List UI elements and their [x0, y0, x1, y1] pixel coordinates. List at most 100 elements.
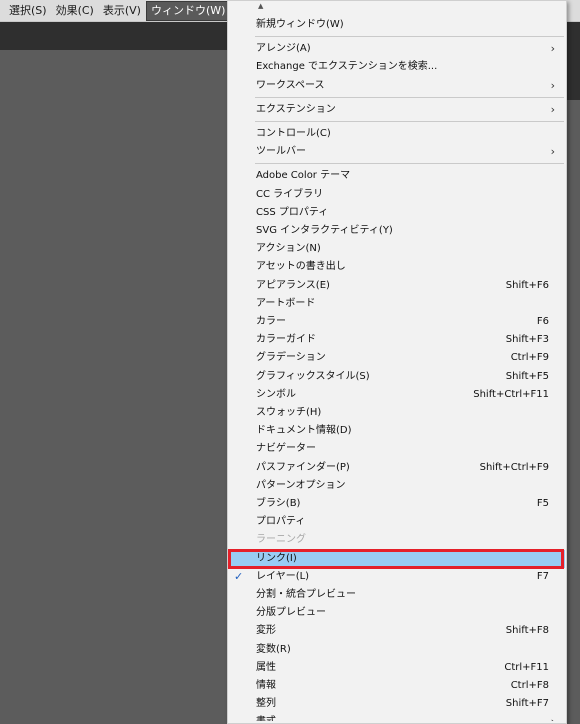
menu-item-shortcut: Shift+Ctrl+F11 — [473, 388, 549, 400]
menu-item[interactable]: 変数(R) — [229, 641, 565, 659]
menu-view[interactable]: 表示(V) — [99, 1, 145, 21]
menu-item[interactable]: 書式 › — [229, 713, 565, 721]
menu-item-shortcut: Shift+F8 — [505, 625, 549, 637]
menu-item[interactable]: アートボード — [229, 295, 565, 313]
menu-item-label: カラーガイド — [256, 334, 316, 346]
menu-item-label: Adobe Color テーマ — [256, 170, 351, 182]
menu-item[interactable]: グラフィックスタイル(S) Shift+F5 — [229, 368, 565, 386]
menu-item[interactable]: リンク(I) — [229, 549, 565, 568]
menu-item-label: プロパティ — [256, 516, 306, 528]
menu-item-label: ドキュメント情報(D) — [256, 425, 352, 437]
menu-item-label: エクステンション — [256, 103, 336, 115]
window-menu-dropdown: ▲ 新規ウィンドウ(W) アレンジ(A) › Exchange でエクステンションを検… — [227, 0, 567, 724]
menu-item[interactable]: ドキュメント情報(D) — [229, 422, 565, 440]
menu-item-label: アートボード — [256, 297, 316, 309]
menu-item[interactable]: 属性 Ctrl+F11 — [229, 659, 565, 677]
chevron-right-icon: › — [550, 42, 555, 56]
menu-item-label: パスファインダー(P) — [256, 461, 350, 473]
menu-item-label: ブラシ(B) — [256, 498, 301, 509]
menu-item-label: レイヤー(L) — [256, 570, 310, 582]
menu-item-label: アクション(N) — [256, 243, 321, 255]
menu-item[interactable]: CC ライブラリ — [229, 186, 565, 204]
menu-select[interactable]: 選択(S) — [5, 1, 51, 21]
menu-item[interactable]: パスファインダー(P) Shift+Ctrl+F9 — [229, 459, 565, 477]
menu-item-label: ラーニング — [256, 534, 306, 546]
menu-item-shortcut: Ctrl+F8 — [510, 680, 549, 691]
menu-item[interactable]: パターンオプション — [229, 477, 565, 495]
menu-item[interactable]: プロパティ — [229, 513, 565, 531]
menu-item-label: 分割・統合プレビュー — [256, 589, 356, 600]
menu-item[interactable]: SVG インタラクティビティ(Y) — [229, 222, 565, 240]
menu-item[interactable]: ✓ レイヤー(L) F7 — [229, 568, 565, 586]
menu-item[interactable]: アレンジ(A) › — [229, 40, 565, 58]
menu-item-shortcut: Shift+F5 — [505, 370, 549, 382]
menu-item-shortcut: Ctrl+F9 — [510, 352, 549, 364]
menu-item-shortcut: F6 — [536, 316, 549, 327]
menu-item-shortcut: Shift+F3 — [505, 334, 549, 346]
scroll-up-icon[interactable]: ▲ — [228, 1, 566, 12]
menu-item[interactable]: アクション(N) — [229, 240, 565, 258]
menu-item[interactable]: ブラシ(B) F5 — [229, 495, 565, 513]
menu-item[interactable]: Exchange でエクステンションを検索... — [229, 58, 565, 76]
menu-item-shortcut: Shift+F7 — [505, 698, 549, 710]
menu-item: ラーニング — [229, 531, 565, 549]
menu-item-label: 情報 — [256, 680, 276, 691]
menu-item-label: 新規ウィンドウ(W) — [256, 19, 344, 30]
menu-item[interactable]: ナビゲーター — [229, 440, 565, 458]
menu-item-label: アピアランス(E) — [256, 279, 330, 291]
menu-item[interactable]: スウォッチ(H) — [229, 404, 565, 422]
menu-item-label: Exchange でエクステンションを検索... — [256, 61, 438, 73]
menu-item-label: SVG インタラクティビティ(Y) — [256, 225, 393, 236]
menu-item-shortcut: F5 — [536, 498, 549, 509]
menu-item[interactable]: Adobe Color テーマ — [229, 167, 565, 185]
menu-item-label: アセットの書き出し — [256, 261, 346, 273]
menu-item[interactable]: グラデーション Ctrl+F9 — [229, 349, 565, 367]
menu-item-label: CSS プロパティ — [256, 206, 329, 218]
menu-item[interactable]: カラー F6 — [229, 313, 565, 331]
menu-item[interactable]: ワークスペース › — [229, 77, 565, 95]
menu-item-label: ワークスペース — [256, 79, 325, 91]
menu-item-label: 書式 — [256, 713, 276, 721]
menu-item-label: カラー — [256, 316, 286, 327]
menu-item-label: シンボル — [256, 388, 296, 400]
menu-item-label: 属性 — [256, 661, 276, 673]
menu-item-label: コントロール(C) — [256, 128, 331, 139]
menu-item[interactable]: コントロール(C) — [229, 125, 565, 143]
menu-item[interactable]: アセットの書き出し — [229, 258, 565, 276]
menu-item[interactable]: CSS プロパティ — [229, 204, 565, 222]
menu-item-shortcut: F7 — [536, 570, 549, 582]
menu-item[interactable]: エクステンション › — [229, 101, 565, 119]
menu-item-label: パターンオプション — [256, 479, 346, 491]
menu-item[interactable]: 変形 Shift+F8 — [229, 622, 565, 640]
menu-item-shortcut: Shift+F6 — [505, 279, 549, 291]
menu-separator — [255, 163, 564, 165]
menu-item[interactable]: 新規ウィンドウ(W) — [229, 16, 565, 34]
chevron-right-icon: › — [550, 78, 555, 92]
menu-item[interactable]: シンボル Shift+Ctrl+F11 — [229, 386, 565, 404]
menu-item-label: グラフィックスタイル(S) — [256, 370, 370, 382]
menu-item-label: 変形 — [256, 625, 276, 637]
menu-item-label: 整列 — [256, 698, 276, 710]
menu-item[interactable]: 分割・統合プレビュー — [229, 586, 565, 604]
menu-separator — [255, 121, 564, 122]
menu-item[interactable]: ツールバー › — [229, 143, 565, 161]
menu-item-label: スウォッチ(H) — [256, 407, 322, 418]
menu-item[interactable]: 分版プレビュー — [229, 604, 565, 622]
menu-item-label: ツールバー — [256, 146, 306, 158]
menu-item-label: 分版プレビュー — [256, 607, 326, 619]
menu-item-label: CC ライブラリ — [256, 188, 324, 200]
menu-item[interactable]: 情報 Ctrl+F8 — [229, 677, 565, 695]
menu-item-shortcut: Ctrl+F11 — [504, 661, 549, 673]
menu-effect[interactable]: 効果(C) — [52, 1, 98, 21]
menu-item[interactable]: アピアランス(E) Shift+F6 — [229, 277, 565, 295]
chevron-right-icon: › — [550, 102, 555, 116]
menu-item[interactable]: 整列 Shift+F7 — [229, 695, 565, 713]
menu-item-label: リンク(I) — [256, 552, 297, 564]
menu-separator — [255, 96, 564, 98]
right-panel-edge — [566, 50, 580, 100]
chevron-right-icon: › — [550, 145, 555, 159]
menu-window[interactable]: ウィンドウ(W) — [145, 0, 231, 21]
checkmark-icon: ✓ — [234, 569, 244, 583]
menu-item[interactable]: カラーガイド Shift+F3 — [229, 331, 565, 349]
menu-item-label: グラデーション — [256, 352, 326, 364]
